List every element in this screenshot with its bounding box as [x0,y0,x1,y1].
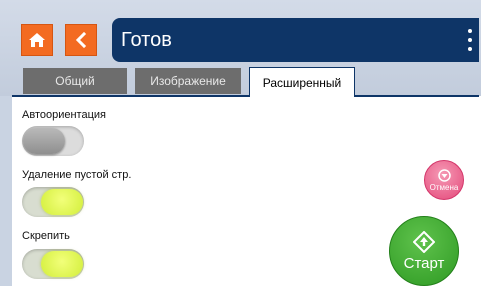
kebab-menu-icon[interactable] [467,29,473,51]
cancel-label: Отмена [429,182,459,192]
tab-label: Изображение [150,74,226,88]
tab-image[interactable]: Изображение [135,68,241,94]
toggle-knob [41,189,83,215]
blank-page-removal-toggle[interactable] [22,187,84,217]
tab-advanced[interactable]: Расширенный [249,67,355,97]
tab-label: Расширенный [262,75,342,90]
toggle-knob [41,251,83,277]
blank-page-removal-label: Удаление пустой стр. [22,169,132,181]
staple-toggle[interactable] [22,249,84,279]
start-button[interactable]: Старт [389,216,459,286]
chevron-left-icon [75,32,87,48]
start-label: Старт [403,254,445,272]
back-button[interactable] [65,24,97,56]
home-icon [29,33,45,47]
page-title: Готов [121,28,172,51]
tab-divider [12,95,479,97]
start-diamond-icon [413,230,435,253]
cancel-button[interactable]: Отмена [424,160,464,200]
tab-general[interactable]: Общий [23,68,127,94]
auto-orientation-label: Автоориентация [22,109,106,121]
home-button[interactable] [21,24,53,56]
stop-circle-icon [437,168,451,182]
tab-label: Общий [55,74,95,88]
auto-orientation-toggle[interactable] [22,126,84,156]
title-bar: Готов [112,18,479,62]
staple-label: Скрепить [22,230,70,242]
toggle-knob [23,128,65,154]
